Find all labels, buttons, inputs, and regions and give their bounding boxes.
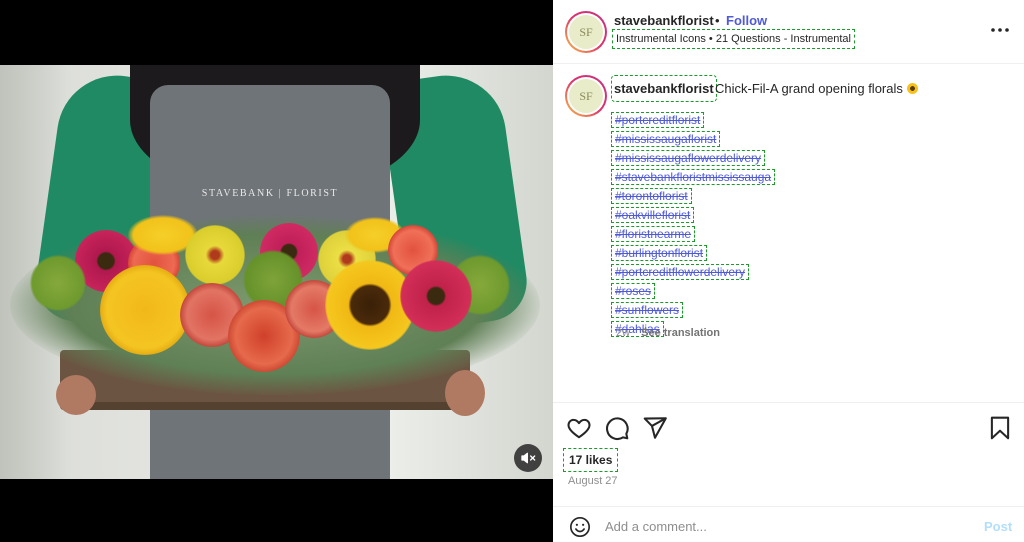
post-age: 2w — [616, 327, 631, 339]
hashtag-link[interactable]: #portcreditflorist — [611, 112, 705, 128]
caption-username[interactable]: stavebankflorist — [611, 75, 717, 102]
caption-avatar[interactable]: SF — [565, 75, 607, 117]
sunflower-emoji-icon — [906, 83, 918, 94]
bookmark-icon[interactable] — [987, 415, 1013, 441]
hashtag-link[interactable]: #roses — [611, 283, 656, 299]
hashtag-link[interactable]: #floristnearme — [611, 226, 696, 242]
hashtag-link[interactable]: #torontoflorist — [611, 188, 692, 204]
likes-count[interactable]: 17 likes — [563, 448, 619, 472]
flower-magenta-gerbera — [400, 260, 472, 332]
header-separator: • — [715, 13, 720, 28]
avatar-initials: SF — [569, 15, 603, 49]
caption-section: SF stavebankflorist Chick-Fil-A grand op… — [553, 65, 1024, 402]
apron-logo-text: STAVEBANK | FLORIST — [201, 188, 339, 199]
instagram-post-view: STAVEBANK | FLORIST SF stavebankflorist … — [0, 0, 1024, 542]
send-icon[interactable] — [642, 415, 668, 441]
avatar[interactable]: SF — [565, 11, 607, 53]
left-hand — [56, 375, 96, 415]
post-photo: STAVEBANK | FLORIST — [0, 65, 553, 479]
follow-button[interactable]: Follow — [726, 13, 767, 28]
see-translation-button[interactable]: See translation — [641, 327, 720, 339]
right-hand — [445, 370, 485, 416]
muted-speaker-icon — [521, 452, 536, 464]
action-bar: 17 likes August 27 Post — [553, 402, 1024, 542]
post-header: SF stavebankflorist • Follow Instrumenta… — [553, 0, 1024, 64]
flower-yellow-dahlia — [100, 265, 190, 355]
post-comment-button[interactable]: Post — [984, 519, 1012, 534]
smiley-icon[interactable] — [569, 516, 591, 538]
more-horizontal-icon — [991, 28, 1009, 32]
caption-meta: 2w See translation — [616, 327, 720, 339]
caption-body: Chick-Fil-A grand opening florals — [715, 81, 903, 96]
hashtag-link[interactable]: #burlingtonflorist — [611, 245, 708, 261]
mute-button[interactable] — [514, 444, 542, 472]
comment-icon[interactable] — [604, 415, 630, 441]
flower-green-mum — [30, 255, 86, 311]
more-options-button[interactable] — [988, 20, 1012, 40]
header-username[interactable]: stavebankflorist — [614, 13, 714, 28]
caption-text: Chick-Fil-A grand opening florals — [715, 81, 918, 96]
audio-attribution-link[interactable]: Instrumental Icons • 21 Questions - Inst… — [612, 29, 855, 49]
post-date: August 27 — [568, 475, 618, 487]
hashtag-link[interactable]: #mississaugaflowerdelivery — [611, 150, 766, 166]
hashtag-list: #portcreditflorist #mississaugaflorist #… — [611, 112, 776, 340]
heart-icon[interactable] — [566, 415, 592, 441]
flower-yellow-orchid — [185, 225, 245, 285]
hashtag-link[interactable]: #oakvilleflorist — [611, 207, 695, 223]
hashtag-link[interactable]: #portcreditflowerdelivery — [611, 264, 750, 280]
post-media[interactable]: STAVEBANK | FLORIST — [0, 0, 553, 542]
avatar-initials: SF — [569, 79, 603, 113]
hashtag-link[interactable]: #stavebankfloristmississauga — [611, 169, 776, 185]
comment-input[interactable] — [605, 515, 965, 537]
hashtag-link[interactable]: #mississaugaflorist — [611, 131, 721, 147]
post-side-panel: SF stavebankflorist • Follow Instrumenta… — [553, 0, 1024, 542]
comment-bar: Post — [553, 506, 1024, 542]
hashtag-link[interactable]: #sunflowers — [611, 302, 684, 318]
